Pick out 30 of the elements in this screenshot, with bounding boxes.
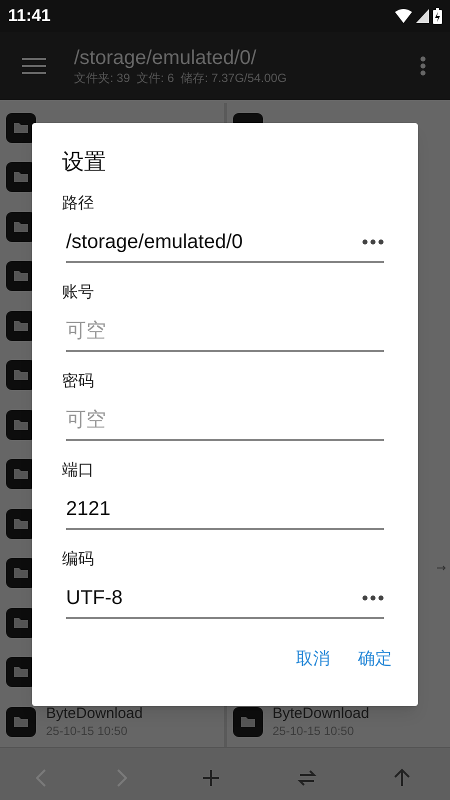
dialog-title: 设置 <box>62 148 107 176</box>
input-field[interactable]: 可空 <box>66 405 384 435</box>
input-field[interactable]: 可空 <box>66 316 384 346</box>
field-label: 路径 <box>62 194 95 214</box>
dialog-button[interactable]: 取消 <box>288 640 338 678</box>
input-field[interactable]: 2121 <box>66 494 384 524</box>
wifi-icon <box>395 9 412 23</box>
folder-name: ByteDownload <box>272 705 370 723</box>
input-field[interactable]: /storage/emulated/0 <box>66 227 362 257</box>
forward-icon <box>117 768 128 786</box>
menu-icon[interactable] <box>22 57 46 75</box>
clock: 11:41 <box>8 5 51 28</box>
folder-icon <box>6 707 36 737</box>
folder-icon <box>6 112 36 143</box>
dialog-button[interactable]: 确定 <box>350 640 400 678</box>
field-label: 编码 <box>62 550 95 570</box>
folder-name: ByteDownload <box>46 705 143 723</box>
more-icon[interactable] <box>362 595 384 601</box>
more-icon[interactable] <box>362 239 384 245</box>
signal-icon <box>416 9 429 23</box>
field-label: 账号 <box>62 283 95 303</box>
arrow-icon <box>437 565 447 571</box>
input-field[interactable]: UTF-8 <box>66 583 362 613</box>
storage-summary: 文件夹: 39 文件: 6 储存: 7.37G/54.00G <box>74 70 288 86</box>
field-label: 密码 <box>62 372 95 392</box>
path-title: /storage/emulated/0/ <box>74 46 258 70</box>
battery-icon <box>433 8 442 24</box>
back-icon <box>36 768 46 786</box>
folder-icon <box>232 707 262 737</box>
field-label: 端口 <box>62 460 95 481</box>
